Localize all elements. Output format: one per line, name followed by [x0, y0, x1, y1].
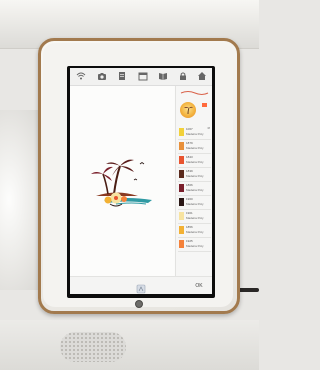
- thread-code: 1856: [186, 225, 193, 229]
- brand-logo: [180, 91, 209, 95]
- bottom-bar: OK: [70, 276, 212, 294]
- calendar-icon[interactable]: [138, 71, 148, 81]
- thread-row[interactable]: 1960 Madeira Poly: [178, 196, 211, 210]
- thread-code: 1843: [186, 155, 193, 159]
- thread-swatch: [179, 226, 184, 234]
- thread-name: Madeira Poly: [186, 244, 204, 248]
- thread-name: Madeira Poly: [186, 146, 204, 150]
- thread-swatch: [179, 170, 184, 178]
- thread-color-panel: 1067 Madeira Poly 38 1879 Madeira Poly 1…: [175, 86, 212, 276]
- thread-row[interactable]: 1856 Madeira Poly: [178, 224, 211, 238]
- thread-code: 1067: [186, 127, 193, 131]
- thread-swatch: [179, 142, 184, 150]
- thread-name: Madeira Poly: [186, 202, 204, 206]
- thread-code: 1960: [186, 197, 193, 201]
- thread-row[interactable]: 1843 Madeira Poly: [178, 154, 211, 168]
- thread-name: Madeira Poly: [186, 216, 204, 220]
- thread-swatch: [179, 184, 184, 192]
- thread-swatch: [179, 198, 184, 206]
- thread-row[interactable]: 1839 Madeira Poly: [178, 168, 211, 182]
- thread-name: Madeira Poly: [186, 132, 204, 136]
- thread-name: Madeira Poly: [186, 188, 204, 192]
- top-toolbar: [70, 68, 212, 86]
- thread-swatch: [179, 128, 184, 136]
- thread-row[interactable]: 1879 Madeira Poly: [178, 140, 211, 154]
- thread-code: 1879: [186, 141, 193, 145]
- thread-name: Madeira Poly: [186, 174, 204, 178]
- thread-row[interactable]: 1925 Madeira Poly: [178, 238, 211, 252]
- thread-swatch: [179, 212, 184, 220]
- camera-icon[interactable]: [97, 71, 107, 81]
- machine-base: [0, 320, 259, 370]
- thread-tag: 38: [207, 127, 210, 130]
- thread-row[interactable]: 1067 Madeira Poly 38: [178, 126, 211, 140]
- speaker-grille: [60, 332, 126, 362]
- thread-swatch: [179, 156, 184, 164]
- thread-code: 1866: [186, 183, 193, 187]
- thumbnail-badge: [202, 103, 207, 107]
- thread-code: 1925: [186, 239, 193, 243]
- document-icon[interactable]: [117, 71, 127, 81]
- lock-icon[interactable]: [178, 71, 188, 81]
- palm-tree-icon: [184, 106, 193, 115]
- thread-row[interactable]: 1901 Madeira Poly: [178, 210, 211, 224]
- embroidery-canvas[interactable]: [70, 86, 174, 276]
- thread-swatch: [179, 240, 184, 248]
- home-icon[interactable]: [197, 71, 207, 81]
- embroidery-display: 1067 Madeira Poly 38 1879 Madeira Poly 1…: [70, 68, 212, 294]
- book-icon[interactable]: [158, 71, 168, 81]
- home-button[interactable]: [135, 300, 143, 308]
- wifi-icon[interactable]: [76, 71, 86, 81]
- hoop-icon[interactable]: [136, 281, 146, 294]
- ok-button[interactable]: OK: [190, 281, 208, 291]
- thread-row[interactable]: 1866 Madeira Poly: [178, 182, 211, 196]
- thread-code: 1901: [186, 211, 193, 215]
- thread-code: 1839: [186, 169, 193, 173]
- thread-name: Madeira Poly: [186, 160, 204, 164]
- thread-color-list: 1067 Madeira Poly 38 1879 Madeira Poly 1…: [178, 126, 211, 252]
- design-thumbnail[interactable]: [180, 102, 196, 118]
- palm-island-design[interactable]: [86, 148, 170, 212]
- thread-name: Madeira Poly: [186, 230, 204, 234]
